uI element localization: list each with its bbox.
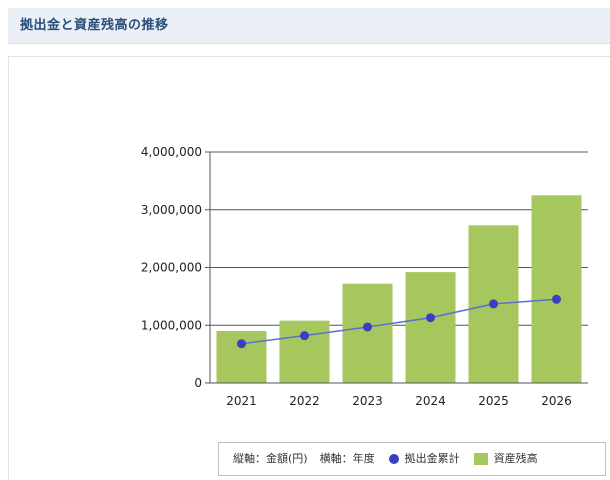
- bar-2026: [531, 195, 582, 383]
- contribution-point-2023: [363, 322, 372, 332]
- contribution-point-2021: [237, 339, 246, 349]
- bar-2022: [279, 320, 330, 383]
- legend-y-axis-note: 縦軸：金額(円): [233, 452, 308, 465]
- x-tick-label: 2021: [226, 394, 257, 408]
- legend-contribution-label: 拠出金累計: [404, 452, 460, 465]
- bar-2024: [405, 272, 456, 383]
- contribution-point-2024: [426, 313, 435, 323]
- y-tick-label: 1,000,000: [141, 318, 202, 332]
- y-tick-label: 3,000,000: [141, 203, 202, 217]
- chart-legend: 縦軸：金額(円) 横軸：年度 拠出金累計 資産残高: [218, 442, 606, 476]
- x-tick-label: 2022: [289, 394, 320, 408]
- y-tick-label: 4,000,000: [141, 145, 202, 159]
- x-tick-label: 2023: [352, 394, 383, 408]
- x-tick-label: 2024: [415, 394, 446, 408]
- legend-contribution-marker: [388, 454, 399, 464]
- contribution-point-2022: [300, 331, 309, 341]
- contribution-point-2026: [552, 294, 561, 304]
- legend-assets-label: 資産残高: [493, 452, 538, 465]
- x-tick-label: 2025: [478, 394, 509, 408]
- y-tick-label: 2,000,000: [141, 261, 202, 275]
- bar-2021: [216, 331, 267, 383]
- x-tick-label: 2026: [541, 394, 572, 408]
- chart: 0 1,000,000 2,000,000 3,000,000 4,000,000 202…: [141, 145, 588, 408]
- contribution-point-2025: [489, 299, 498, 309]
- legend-assets-swatch: [473, 453, 488, 465]
- y-tick-label: 0: [194, 376, 202, 390]
- legend-x-axis-note: 横軸：年度: [319, 452, 375, 465]
- bar-2023: [342, 283, 393, 383]
